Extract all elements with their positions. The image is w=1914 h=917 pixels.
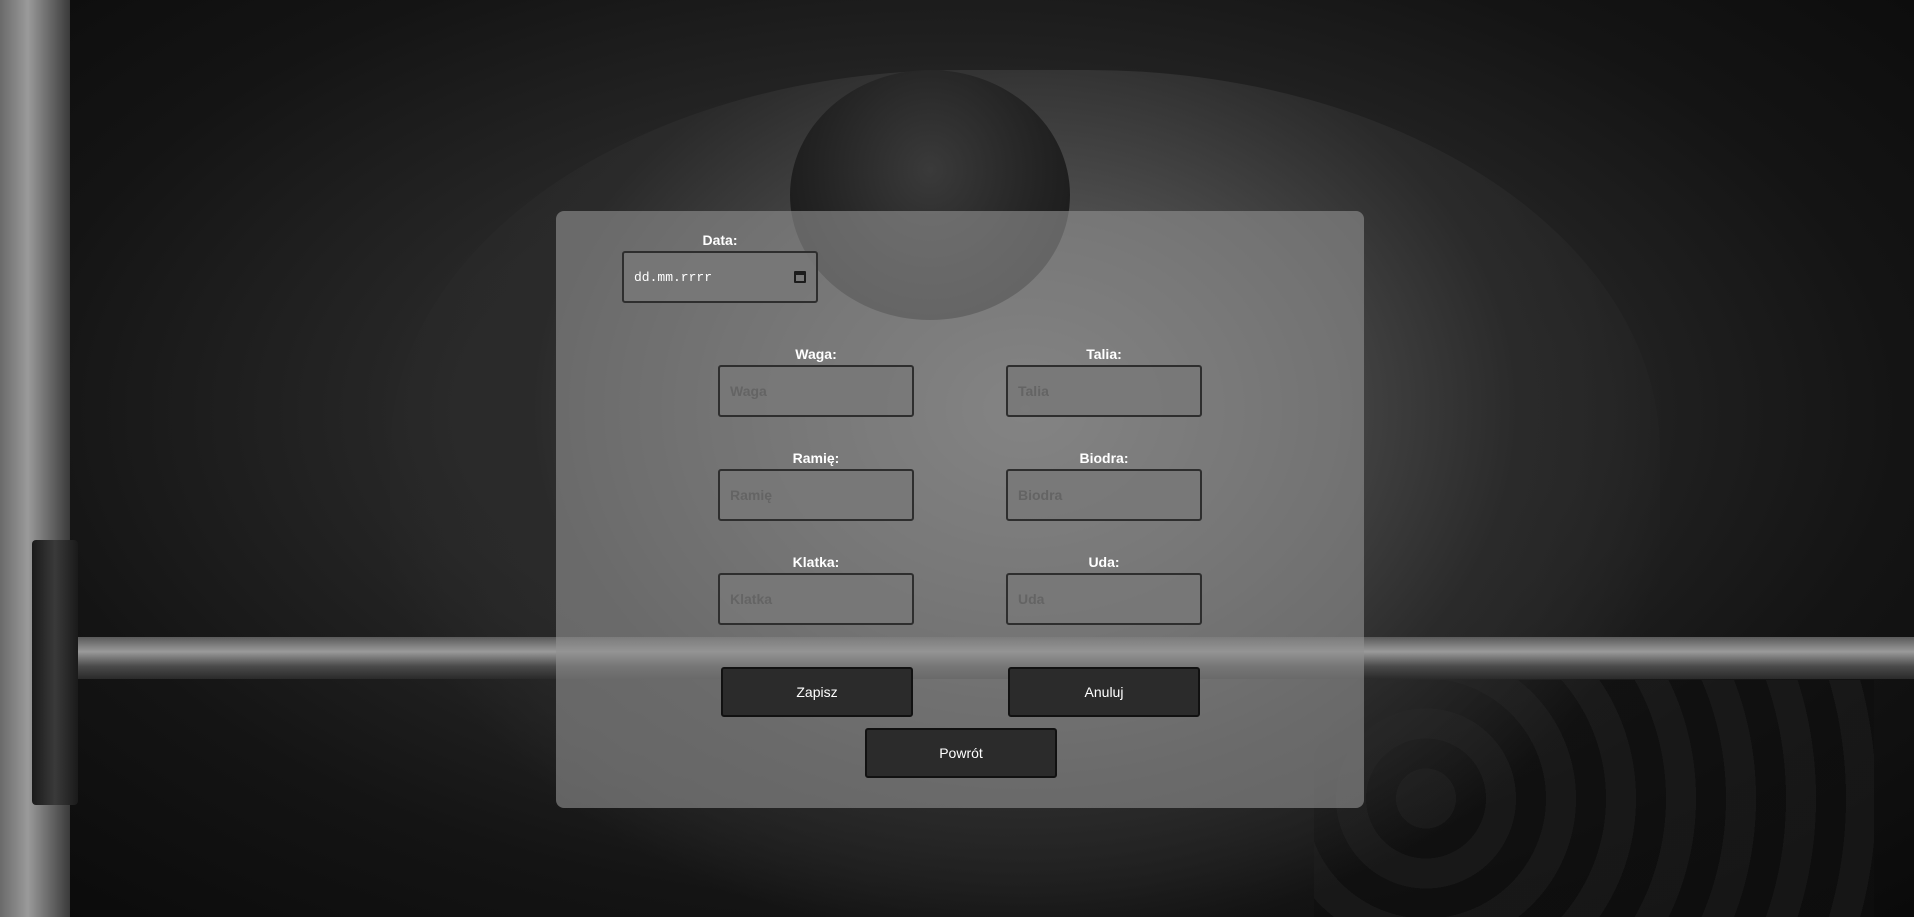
background-barbell-clamp [32, 540, 78, 805]
ramie-input[interactable] [718, 469, 914, 521]
date-placeholder: dd.mm.rrrr [634, 269, 713, 285]
waga-input[interactable] [718, 365, 914, 417]
date-label: Data: [702, 232, 738, 248]
uda-label: Uda: [1088, 554, 1120, 570]
uda-input[interactable] [1006, 573, 1202, 625]
klatka-label: Klatka: [792, 554, 840, 570]
save-button[interactable]: Zapisz [721, 667, 913, 717]
biodra-input[interactable] [1006, 469, 1202, 521]
back-button[interactable]: Powrót [865, 728, 1057, 778]
talia-label: Talia: [1086, 346, 1122, 362]
biodra-label: Biodra: [1079, 450, 1129, 466]
ramie-label: Ramię: [792, 450, 840, 466]
klatka-input[interactable] [718, 573, 914, 625]
calendar-icon[interactable] [794, 271, 806, 283]
measurement-form: Data: dd.mm.rrrr Waga: Talia: Ramię: Bio… [556, 211, 1364, 808]
talia-input[interactable] [1006, 365, 1202, 417]
waga-label: Waga: [795, 346, 837, 362]
cancel-button[interactable]: Anuluj [1008, 667, 1200, 717]
date-input[interactable]: dd.mm.rrrr [622, 251, 818, 303]
